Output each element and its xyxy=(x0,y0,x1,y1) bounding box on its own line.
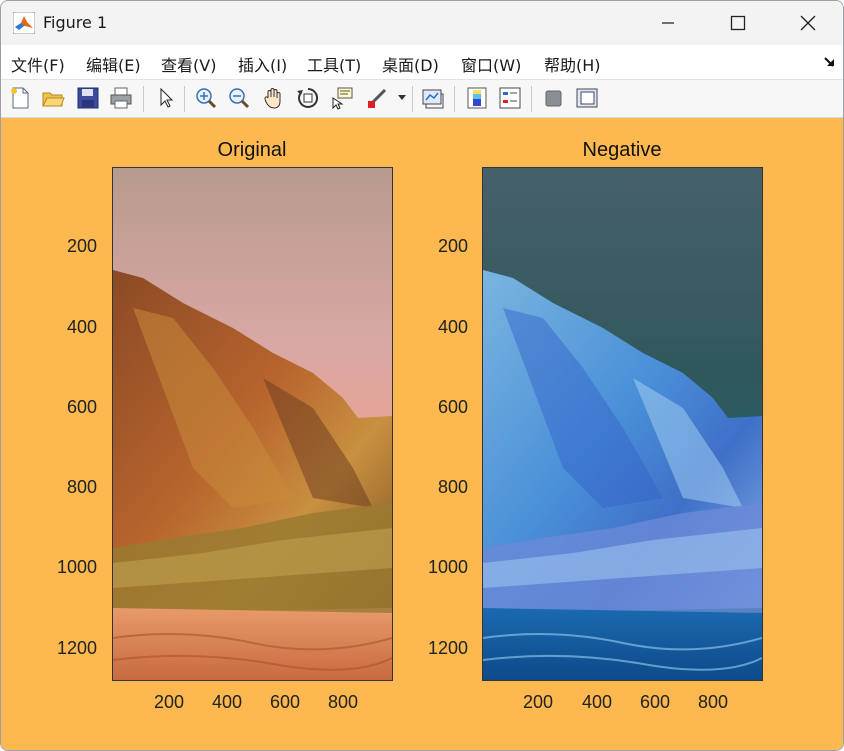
print-icon xyxy=(110,87,132,109)
y-tick-label: 600 xyxy=(438,397,469,417)
zoom-in-icon xyxy=(196,88,217,109)
toolbar-separator xyxy=(454,86,455,112)
close-icon xyxy=(800,15,816,31)
x-tick-label: 800 xyxy=(328,692,359,712)
pointer-icon xyxy=(160,87,174,108)
save-icon xyxy=(77,87,99,109)
y-tick-label: 1200 xyxy=(428,638,469,658)
x-tick-label: 800 xyxy=(698,692,729,712)
link-plot-button[interactable] xyxy=(419,84,447,112)
rotate-3d-button[interactable] xyxy=(294,84,322,112)
colorbar-icon xyxy=(467,87,487,109)
x-tick-label: 200 xyxy=(523,692,554,712)
pan-icon xyxy=(264,88,281,109)
negative-image-render xyxy=(483,168,762,680)
y-tick-label: 1000 xyxy=(57,557,98,577)
y-tick-label: 400 xyxy=(438,317,469,337)
show-plot-tools-icon xyxy=(576,88,598,108)
colorbar-button[interactable] xyxy=(463,84,491,112)
brush-icon xyxy=(368,88,387,108)
zoom-in-button[interactable] xyxy=(192,84,220,112)
legend-icon xyxy=(499,87,521,109)
menu-help[interactable]: 帮助(H) xyxy=(544,52,601,76)
y-tick-label: 400 xyxy=(67,317,98,337)
toolbar-separator xyxy=(184,86,185,112)
menu-insert[interactable]: 插入(I) xyxy=(238,52,287,76)
menu-bar: 文件(F) 编辑(E) 查看(V) 插入(I) 工具(T) 桌面(D) 窗口(W… xyxy=(1,45,843,80)
maximize-button[interactable] xyxy=(703,1,773,45)
maximize-icon xyxy=(730,15,746,31)
menu-view[interactable]: 查看(V) xyxy=(161,52,216,76)
hide-plot-tools-button[interactable] xyxy=(539,84,567,112)
axes-title-original: Original xyxy=(217,139,287,161)
print-button[interactable] xyxy=(107,84,135,112)
y-tick-label: 800 xyxy=(438,477,469,497)
show-plot-tools-button[interactable] xyxy=(573,84,601,112)
x-tick-label: 400 xyxy=(212,692,243,712)
axes-title-negative: Negative xyxy=(582,139,662,161)
y-tick-label: 800 xyxy=(67,477,98,497)
figure-toolbar xyxy=(1,80,843,118)
open-file-icon xyxy=(42,92,65,107)
pan-button[interactable] xyxy=(260,84,288,112)
dock-arrow-icon[interactable] xyxy=(823,55,837,69)
pointer-button[interactable] xyxy=(152,84,180,112)
toolbar-separator xyxy=(412,86,413,112)
zoom-out-icon xyxy=(229,88,250,109)
menu-window[interactable]: 窗口(W) xyxy=(461,52,521,76)
figure-canvas: Original 200 400 600 800 1000 1200 200 4… xyxy=(1,118,843,750)
y-tick-label: 1200 xyxy=(57,638,98,658)
x-tick-label: 600 xyxy=(640,692,671,712)
menu-desktop[interactable]: 桌面(D) xyxy=(382,52,439,76)
rotate-3d-icon xyxy=(297,87,319,108)
x-tick-label: 200 xyxy=(154,692,185,712)
link-plot-icon xyxy=(422,89,444,109)
toolbar-separator xyxy=(531,86,532,112)
x-tick-label: 600 xyxy=(270,692,301,712)
figure-window: Figure 1 文件(F) 编辑(E) 查看(V) 插入(I) 工具(T) 桌… xyxy=(0,0,844,751)
title-bar: Figure 1 xyxy=(1,1,843,45)
x-tick-label: 400 xyxy=(582,692,613,712)
hide-plot-tools-icon xyxy=(545,90,562,107)
y-tick-label: 600 xyxy=(67,397,98,417)
menu-file[interactable]: 文件(F) xyxy=(11,52,65,76)
window-title: Figure 1 xyxy=(43,13,108,32)
open-file-button[interactable] xyxy=(39,84,67,112)
matlab-icon xyxy=(13,12,35,34)
close-button[interactable] xyxy=(773,1,843,45)
new-figure-icon xyxy=(11,87,29,109)
data-cursor-icon xyxy=(332,87,353,110)
y-tick-label: 1000 xyxy=(428,557,469,577)
menu-edit[interactable]: 编辑(E) xyxy=(86,52,141,76)
image-original[interactable] xyxy=(112,167,393,681)
y-tick-label: 200 xyxy=(67,236,98,256)
new-figure-button[interactable] xyxy=(6,84,34,112)
menu-tools[interactable]: 工具(T) xyxy=(307,52,361,76)
original-image-render xyxy=(113,168,392,680)
y-tick-label: 200 xyxy=(438,236,469,256)
minimize-icon xyxy=(662,22,674,24)
data-cursor-button[interactable] xyxy=(328,84,356,112)
save-button[interactable] xyxy=(74,84,102,112)
image-negative[interactable] xyxy=(482,167,763,681)
brush-button[interactable] xyxy=(363,84,391,112)
brush-dropdown-icon[interactable] xyxy=(398,95,406,101)
minimize-button[interactable] xyxy=(633,1,703,45)
legend-button[interactable] xyxy=(496,84,524,112)
zoom-out-button[interactable] xyxy=(225,84,253,112)
toolbar-separator xyxy=(143,86,144,112)
